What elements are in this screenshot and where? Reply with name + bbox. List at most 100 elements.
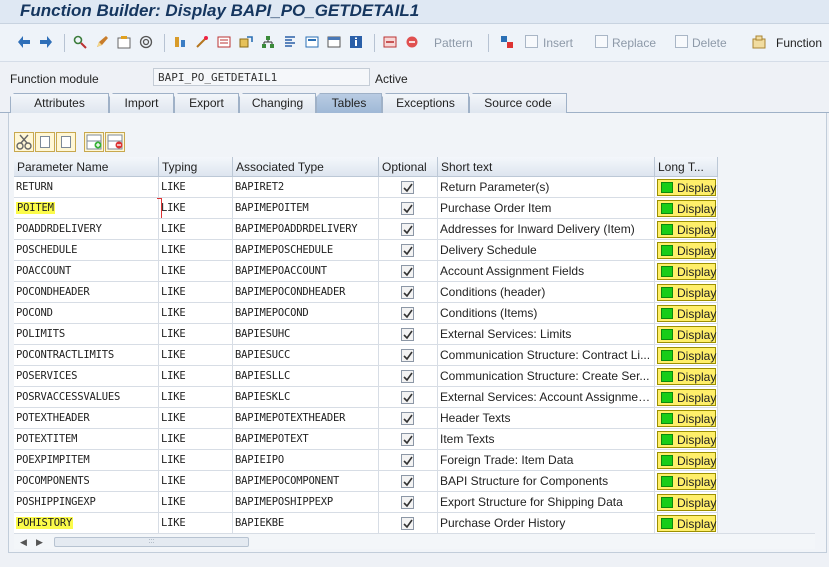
display-object-icon[interactable] <box>305 35 319 49</box>
pattern-button[interactable]: Pattern <box>434 36 473 50</box>
display-change-icon[interactable] <box>95 35 109 49</box>
tab-changing[interactable]: Changing <box>239 93 316 113</box>
delete-icon[interactable] <box>675 35 688 48</box>
cell-name[interactable]: POCONTRACTLIMITS <box>14 345 159 366</box>
cell-name[interactable]: POADDRDELIVERY <box>14 219 159 240</box>
cell-name[interactable]: POTEXTITEM <box>14 429 159 450</box>
cell-short-text[interactable]: Purchase Order Item <box>438 198 655 219</box>
cell-type[interactable]: BAPIESKLC <box>233 387 379 408</box>
column-header-typing[interactable]: Typing <box>159 157 233 177</box>
cell-short-text[interactable]: Return Parameter(s) <box>438 177 655 198</box>
cell-short-text[interactable]: Communication Structure: Create Ser... <box>438 366 655 387</box>
table-row[interactable]: POHISTORY LIKE BAPIEKBE Purchase Order Hist… <box>14 513 829 534</box>
cell-typing[interactable]: LIKE <box>159 450 233 471</box>
where-used-icon[interactable] <box>195 35 209 49</box>
optional-checkbox[interactable] <box>401 475 414 488</box>
cell-typing[interactable]: LIKE <box>159 324 233 345</box>
display-long-text-button[interactable]: Display <box>657 305 716 322</box>
call-stack-icon[interactable] <box>383 35 397 49</box>
table-row[interactable]: POEXPIMPITEM LIKE BAPIEIPO Foreign Trade: I… <box>14 450 829 471</box>
display-long-text-button[interactable]: Display <box>657 347 716 364</box>
cell-type[interactable]: BAPIMEPOADDRDELIVERY <box>233 219 379 240</box>
table-row[interactable]: POSCHEDULE LIKE BAPIMEPOSCHEDULE Delivery S… <box>14 240 829 261</box>
column-header-associated-type[interactable]: Associated Type <box>233 157 379 177</box>
test-icon[interactable] <box>405 35 419 49</box>
display-long-text-button[interactable]: Display <box>657 263 716 280</box>
tab-exceptions[interactable]: Exceptions <box>382 93 469 113</box>
cell-typing[interactable]: LIKE <box>159 471 233 492</box>
display-long-text-button[interactable]: Display <box>657 431 716 448</box>
display-long-text-button[interactable]: Display <box>657 452 716 469</box>
tab-attributes[interactable]: Attributes <box>10 93 109 113</box>
table-row[interactable]: POCOMPONENTS LIKE BAPIMEPOCOMPONENT BAPI St… <box>14 471 829 492</box>
cell-name[interactable]: POACCOUNT <box>14 261 159 282</box>
cell-short-text[interactable]: Header Texts <box>438 408 655 429</box>
column-header-short-text[interactable]: Short text <box>438 157 655 177</box>
pretty-printer-icon[interactable] <box>283 35 297 49</box>
table-row[interactable]: POSERVICES LIKE BAPIESLLC Communication Str… <box>14 366 829 387</box>
cell-type[interactable]: BAPIESLLC <box>233 366 379 387</box>
cell-typing[interactable]: LIKE <box>159 261 233 282</box>
table-row[interactable]: POTEXTITEM LIKE BAPIMEPOTEXT Item Texts Disp… <box>14 429 829 450</box>
tab-import[interactable]: Import <box>109 93 174 113</box>
display-long-text-button[interactable]: Display <box>657 410 716 427</box>
cell-type[interactable]: BAPIMEPOSHIPPEXP <box>233 492 379 513</box>
paste-row-icon[interactable] <box>56 132 76 152</box>
optional-checkbox[interactable] <box>401 202 414 215</box>
optional-checkbox[interactable] <box>401 517 414 530</box>
display-long-text-button[interactable]: Display <box>657 326 716 343</box>
display-long-text-button[interactable]: Display <box>657 242 716 259</box>
cell-name[interactable]: POTEXTHEADER <box>14 408 159 429</box>
cell-typing[interactable]: LIKE <box>159 345 233 366</box>
back-arrow-icon[interactable] <box>17 35 31 49</box>
other-object-icon[interactable] <box>73 35 87 49</box>
optional-checkbox[interactable] <box>401 181 414 194</box>
cell-type[interactable]: BAPIEKBE <box>233 513 379 534</box>
table-row[interactable]: POITEM LIKE BAPIMEPOITEM Purchase Order Ite… <box>14 198 829 219</box>
optional-checkbox[interactable] <box>401 496 414 509</box>
cell-short-text[interactable]: External Services: Account Assignmen... <box>438 387 655 408</box>
function-button[interactable]: Function <box>776 36 822 50</box>
cell-type[interactable]: BAPIMEPOITEM <box>233 198 379 219</box>
cell-short-text[interactable]: External Services: Limits <box>438 324 655 345</box>
optional-checkbox[interactable] <box>401 349 414 362</box>
column-header-parameter-name[interactable]: Parameter Name <box>14 157 159 177</box>
cell-short-text[interactable]: Delivery Schedule <box>438 240 655 261</box>
cell-name[interactable]: POITEM <box>14 198 159 219</box>
table-row[interactable]: POSHIPPINGEXP LIKE BAPIMEPOSHIPPEXP Export … <box>14 492 829 513</box>
optional-checkbox[interactable] <box>401 244 414 257</box>
cell-name[interactable]: POSRVACCESSVALUES <box>14 387 159 408</box>
cut-icon[interactable] <box>500 35 514 49</box>
table-row[interactable]: POCONDHEADER LIKE BAPIMEPOCONDHEADER Condit… <box>14 282 829 303</box>
horizontal-scrollbar[interactable]: ◀ ▶ ::: <box>14 533 815 549</box>
cell-name[interactable]: POCOND <box>14 303 159 324</box>
navigation-window-icon[interactable] <box>239 35 253 49</box>
cell-type[interactable]: BAPIMEPOACCOUNT <box>233 261 379 282</box>
window-icon[interactable] <box>327 35 341 49</box>
cell-name[interactable]: POHISTORY <box>14 513 159 534</box>
delete-row-icon[interactable] <box>105 132 125 152</box>
object-list-icon[interactable] <box>217 35 231 49</box>
display-long-text-button[interactable]: Display <box>657 221 716 238</box>
cell-short-text[interactable]: Communication Structure: Contract Li... <box>438 345 655 366</box>
cell-short-text[interactable]: BAPI Structure for Components <box>438 471 655 492</box>
cell-type[interactable]: BAPIMEPOCOMPONENT <box>233 471 379 492</box>
cell-type[interactable]: BAPIEIPO <box>233 450 379 471</box>
optional-checkbox[interactable] <box>401 307 414 320</box>
optional-checkbox[interactable] <box>401 370 414 383</box>
tab-tables[interactable]: Tables <box>316 93 382 113</box>
cell-typing[interactable]: LIKE <box>159 198 233 219</box>
tab-source-code[interactable]: Source code <box>469 93 567 113</box>
cell-typing[interactable]: LIKE <box>159 387 233 408</box>
cell-name[interactable]: POEXPIMPITEM <box>14 450 159 471</box>
cell-typing[interactable]: LIKE <box>159 408 233 429</box>
tab-export[interactable]: Export <box>174 93 239 113</box>
cell-type[interactable]: BAPIESUHC <box>233 324 379 345</box>
cell-short-text[interactable]: Foreign Trade: Item Data <box>438 450 655 471</box>
display-long-text-button[interactable]: Display <box>657 200 716 217</box>
cell-short-text[interactable]: Conditions (Items) <box>438 303 655 324</box>
optional-checkbox[interactable] <box>401 328 414 341</box>
info-icon[interactable] <box>349 35 363 49</box>
table-row[interactable]: POCOND LIKE BAPIMEPOCOND Conditions (Items)… <box>14 303 829 324</box>
display-long-text-button[interactable]: Display <box>657 179 716 196</box>
